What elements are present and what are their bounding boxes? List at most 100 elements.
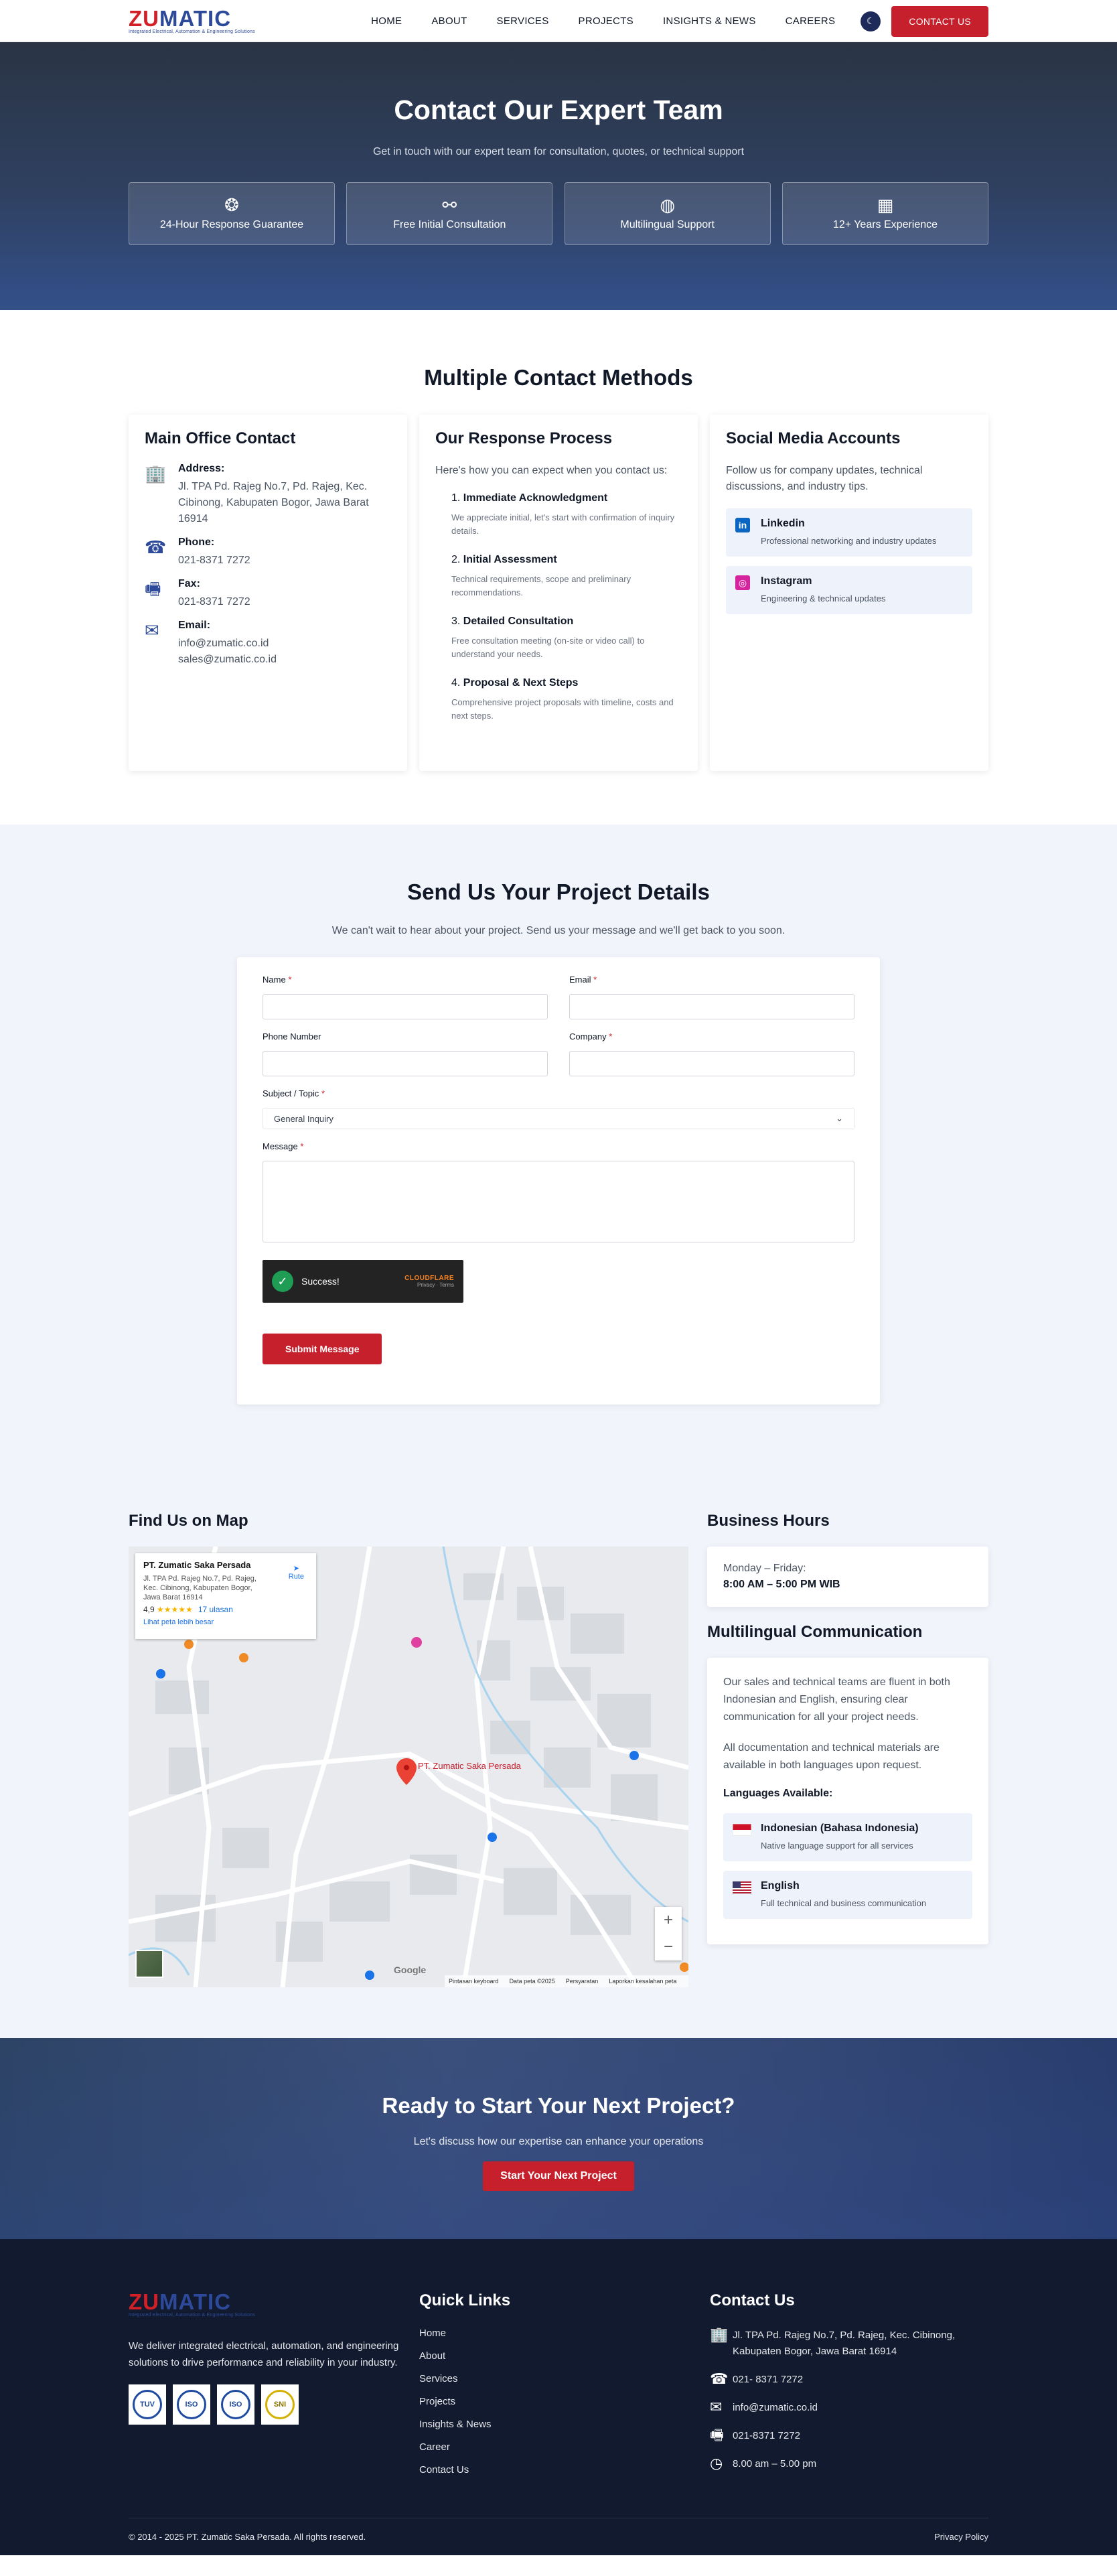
star-icon: ★★★★★ (157, 1605, 193, 1614)
phone-label: Phone Number (263, 1031, 321, 1042)
step-1: 1. Immediate Acknowledgment We appreciate… (451, 492, 675, 536)
phone-input[interactable] (263, 1051, 548, 1076)
cta-banner: Ready to Start Your Next Project? Let's … (0, 2038, 1117, 2239)
zoom-out-button[interactable]: − (655, 1934, 682, 1960)
map-pin-label[interactable]: PT. Zumatic Saka Persada (418, 1761, 521, 1771)
linkedin-link[interactable]: in Linkedin Professional networking and i… (726, 508, 972, 557)
cta-title: Ready to Start Your Next Project? (382, 2093, 735, 2118)
lang-english: English Full technical and business commu… (723, 1871, 972, 1919)
google-logo: Google (394, 1964, 427, 1975)
footer-link-about[interactable]: About (419, 2350, 698, 2362)
hero-badges: ❂ 24-Hour Response Guarantee ⚯ Free Initia… (129, 182, 988, 245)
larger-map-link[interactable]: Lihat peta lebih besar (143, 1618, 308, 1626)
footer-link-projects[interactable]: Projects (419, 2396, 698, 2407)
copyright: © 2014 - 2025 PT. Zumatic Saka Persada. … (129, 2532, 366, 2542)
chevron-down-icon: ⌄ (836, 1113, 843, 1123)
privacy-policy-link[interactable]: Privacy Policy (934, 2532, 988, 2542)
hero: Contact Our Expert Team Get in touch wit… (0, 42, 1117, 310)
hero-subtitle: Get in touch with our expert team for co… (372, 146, 745, 157)
logo[interactable]: ZUMATIC Integrated Electrical, Automatio… (129, 6, 255, 34)
iso-cert-icon: ISO (173, 2384, 210, 2425)
headset-icon: ❂ (224, 195, 239, 215)
email-icon: ✉ (145, 620, 159, 640)
social-card: Social Media Accounts Follow us for comp… (710, 415, 988, 771)
fax-icon: 🖷 (145, 579, 161, 599)
fax-value: 021-8371 7272 (178, 596, 250, 607)
side-info: Business Hours Monday – Friday: 8:00 AM … (707, 1512, 988, 1987)
footer-bottom: © 2014 - 2025 PT. Zumatic Saka Persada. … (129, 2518, 988, 2555)
moon-icon[interactable]: ☾ (861, 11, 881, 31)
phone-icon: ☎ (145, 537, 167, 557)
footer-logo[interactable]: ZUMATIC Integrated Electrical, Automatio… (129, 2291, 407, 2317)
methods-title: Multiple Contact Methods (424, 365, 693, 390)
satellite-toggle[interactable] (135, 1950, 163, 1978)
check-icon: ✓ (272, 1271, 293, 1292)
footer-link-contact[interactable]: Contact Us (419, 2464, 698, 2476)
submit-button[interactable]: Submit Message (263, 1334, 382, 1364)
footer-link-services[interactable]: Services (419, 2373, 698, 2384)
turnstile-captcha[interactable]: ✓ Success! CLOUDFLARE Privacy · Terms (263, 1260, 463, 1303)
sni-cert-icon: SNI (261, 2384, 299, 2425)
multilingual-box: Our sales and technical teams are fluent… (707, 1658, 988, 1944)
step-2: 2. Initial Assessment Technical requireme… (451, 554, 631, 597)
google-map[interactable]: PT. Zumatic Saka Persada PT. Zumatic Sak… (129, 1547, 688, 1987)
address-row: 🏢 Address: Jl. TPA Pd. Rajeg No.7, Pd. Ra… (145, 463, 391, 527)
form-title: Send Us Your Project Details (407, 879, 710, 904)
nav-home[interactable]: HOME (371, 15, 402, 27)
contact-us-button[interactable]: CONTACT US (891, 5, 988, 37)
nav-about[interactable]: ABOUT (431, 15, 467, 27)
footer-link-insights[interactable]: Insights & News (419, 2419, 698, 2430)
map-section: Find Us on Map PT. Zumatic Saka Persada … (0, 1512, 1117, 2038)
instagram-link[interactable]: ◎ Instagram Engineering & technical updat… (726, 566, 972, 614)
social-lead: Follow us for company updates, technical… (726, 465, 923, 492)
process-title: Our Response Process (435, 429, 613, 447)
nav-careers[interactable]: CAREERS (786, 15, 836, 27)
footer-about: We deliver integrated electrical, automa… (129, 2340, 399, 2368)
phone-value[interactable]: 021-8371 7272 (178, 553, 250, 569)
main-menu: HOME ABOUT SERVICES PROJECTS INSIGHTS & … (342, 5, 988, 37)
office-title: Main Office Contact (145, 429, 296, 447)
footer-link-home[interactable]: Home (419, 2328, 698, 2339)
building-icon: 🏢 (145, 463, 167, 484)
top-nav: ZUMATIC Integrated Electrical, Automatio… (0, 0, 1117, 42)
start-project-button[interactable]: Start Your Next Project (483, 2161, 634, 2191)
calendar-icon: ▦ (877, 195, 894, 215)
footer-fax: 🖷 021-8371 7272 (710, 2427, 800, 2443)
cloudflare-logo: CLOUDFLARE (404, 1275, 454, 1282)
email-info[interactable]: info@zumatic.co.id (178, 636, 277, 652)
iso-cert-icon-2: ISO (217, 2384, 254, 2425)
instagram-icon: ◎ (735, 575, 750, 590)
email-sales[interactable]: sales@zumatic.co.id (178, 652, 277, 668)
message-label: Message * (263, 1141, 304, 1151)
tuv-cert-icon: TUV (129, 2384, 166, 2425)
map-place-card: PT. Zumatic Saka Persada Jl. TPA Pd. Raj… (135, 1553, 316, 1639)
footer-link-career[interactable]: Career (419, 2441, 698, 2453)
nav-projects[interactable]: PROJECTS (579, 15, 634, 27)
subject-select[interactable]: General Inquiry ⌄ (263, 1108, 854, 1129)
company-input[interactable] (569, 1051, 854, 1076)
office-card: Main Office Contact 🏢 Address: Jl. TPA Pd… (129, 415, 407, 771)
footer-phone[interactable]: ☎ 021- 8371 7272 (710, 2372, 988, 2388)
footer-email[interactable]: ✉ info@zumatic.co.id (710, 2400, 988, 2416)
lang-indonesian: Indonesian (Bahasa Indonesia) Native lang… (723, 1813, 972, 1861)
logo-zu: ZU (129, 6, 159, 31)
email-input[interactable] (569, 994, 854, 1019)
badge-experience: ▦ 12+ Years Experience (781, 182, 988, 245)
nav-insights[interactable]: INSIGHTS & NEWS (663, 15, 756, 27)
certifications: TUV ISO ISO SNI (129, 2384, 407, 2425)
phone-icon: ☎ (710, 2370, 729, 2387)
fax-row: 🖷 Fax: 021-8371 7272 (145, 578, 391, 610)
fax-icon: 🖷 (710, 2427, 724, 2443)
logo-tagline: Integrated Electrical, Automation & Engi… (129, 29, 255, 34)
directions-button[interactable]: ➤ Rute (289, 1564, 304, 1581)
message-textarea[interactable] (263, 1161, 854, 1242)
step-3: 3. Detailed Consultation Free consultatio… (451, 616, 645, 659)
process-card: Our Response Process Here's how you can … (419, 415, 698, 771)
clock-icon: ◷ (710, 2455, 723, 2472)
step-4: 4. Proposal & Next Steps Comprehensive pr… (451, 677, 674, 721)
zoom-in-button[interactable]: + (655, 1907, 682, 1934)
name-input[interactable] (263, 994, 548, 1019)
map-title: Find Us on Map (129, 1512, 248, 1530)
email-label: Email * (569, 975, 597, 985)
nav-services[interactable]: SERVICES (497, 15, 549, 27)
